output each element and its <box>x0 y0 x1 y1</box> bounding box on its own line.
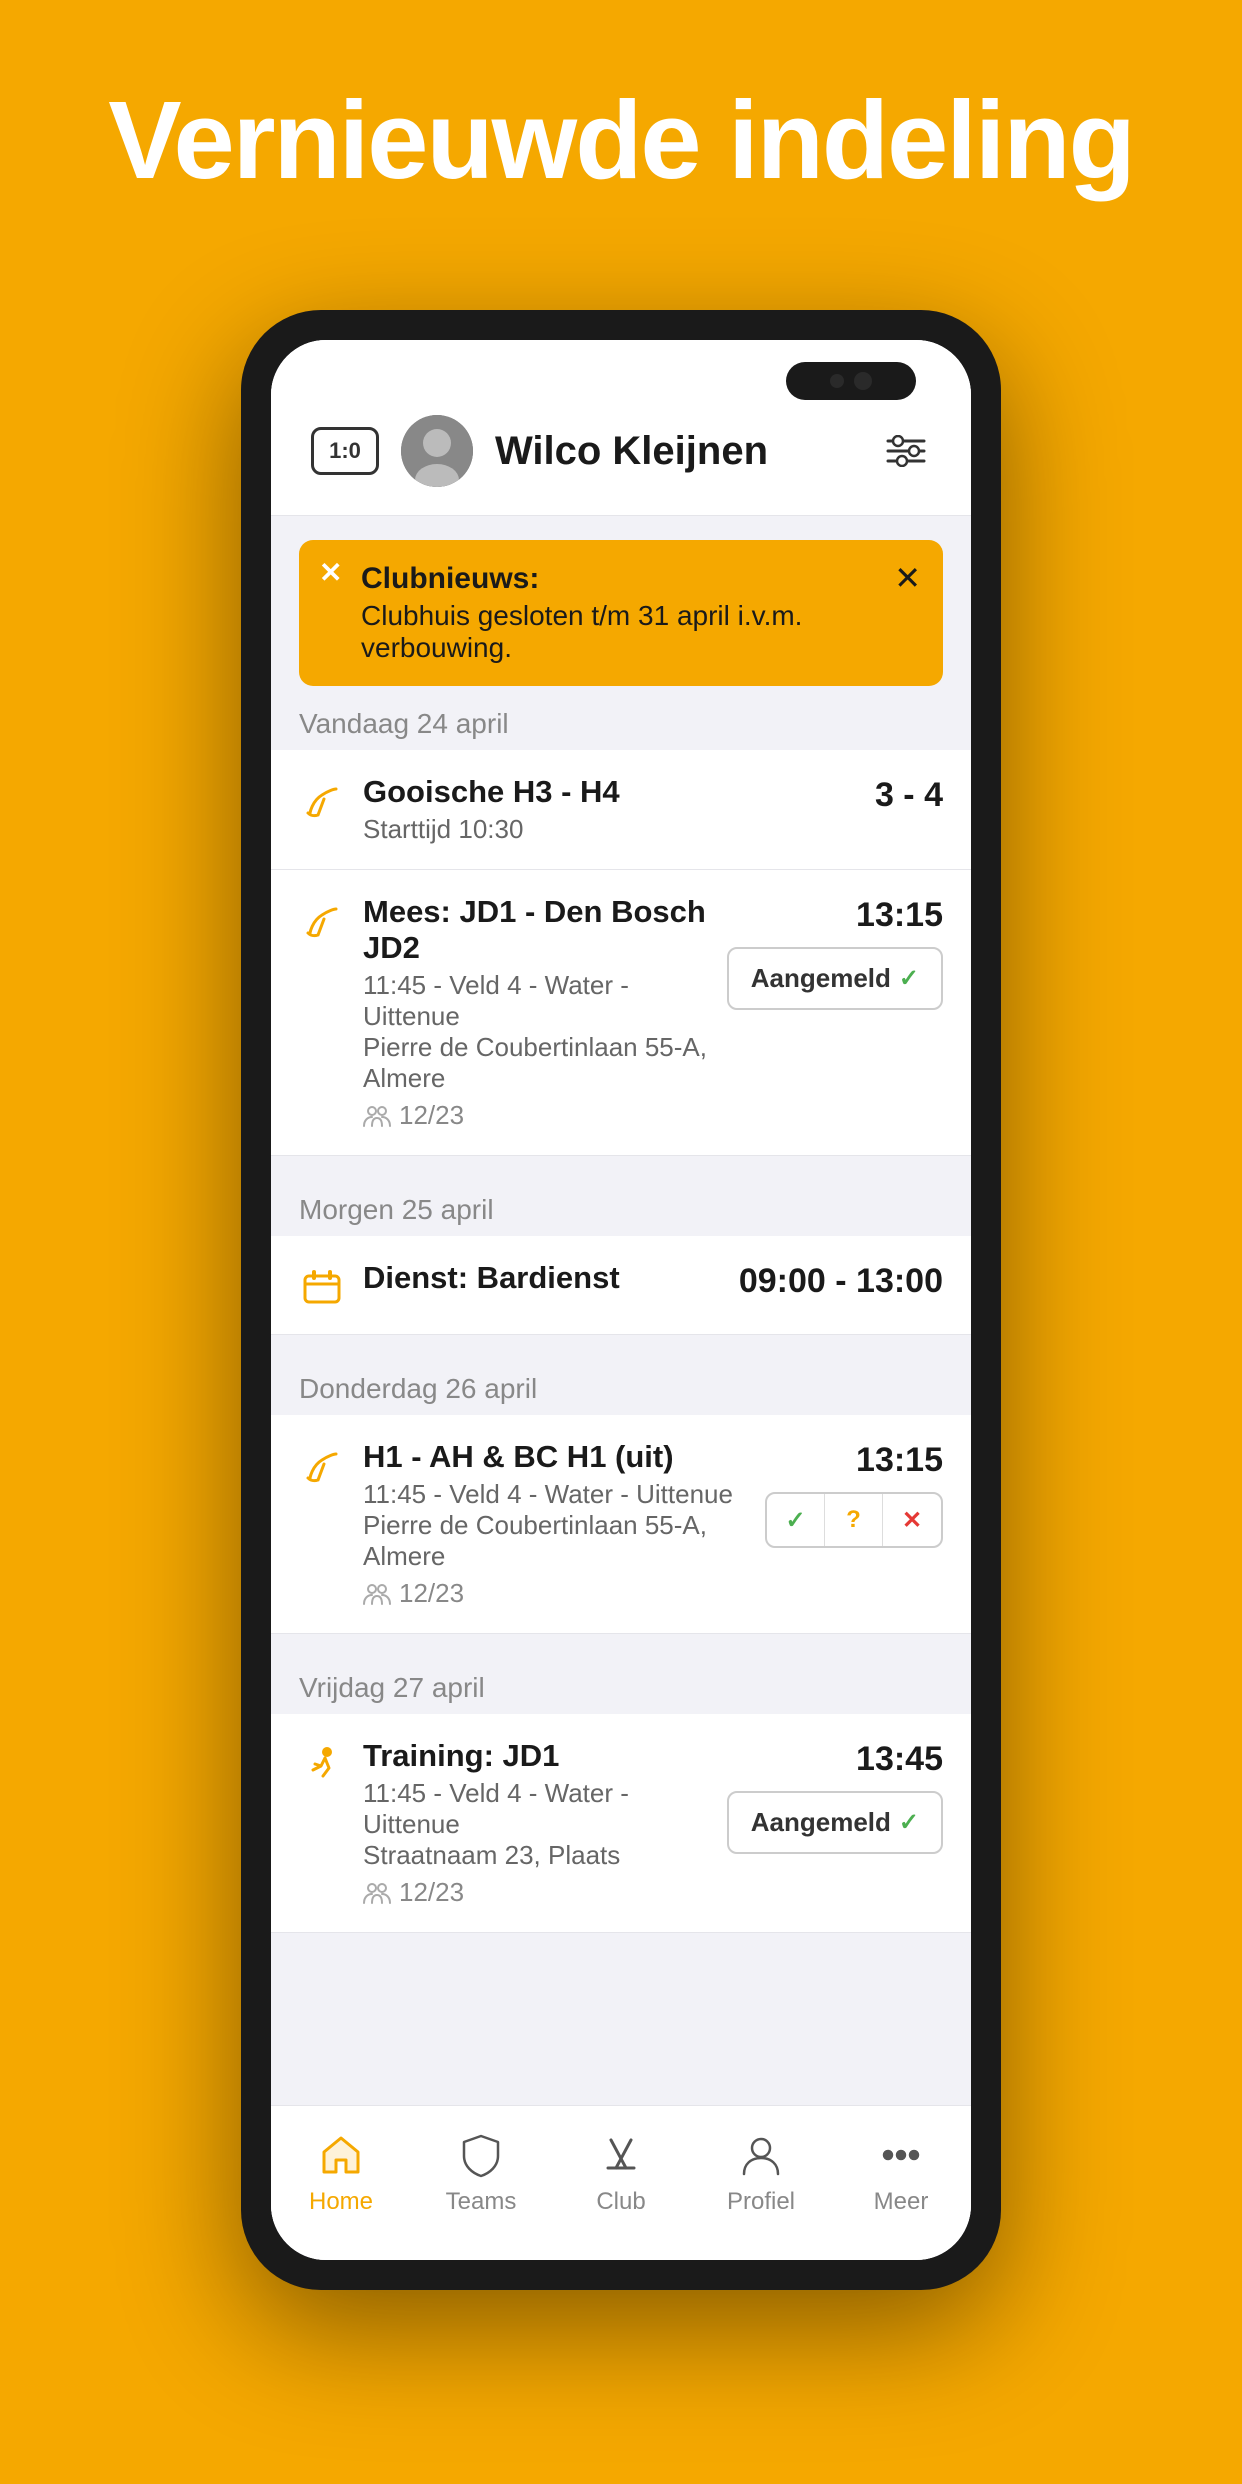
nav-label-meer: Meer <box>874 2188 929 2216</box>
aangemeld-label-2: Aangemeld <box>751 1807 891 1838</box>
aangemeld-button-1[interactable]: Aangemeld ✓ <box>727 947 943 1010</box>
service-time: 09:00 - 13:00 <box>739 1262 943 1301</box>
user-name: Wilco Kleijnen <box>495 429 859 474</box>
match-3-subtitle: 11:45 - Veld 4 - Water - Uittenue <box>363 1479 747 1510</box>
date-section-today: Vandaag 24 april <box>271 686 971 750</box>
phone-frame: 1:0 Wilco Kleijnen <box>241 310 1001 2290</box>
hockey-icon <box>299 778 345 824</box>
nav-label-club: Club <box>596 2188 645 2216</box>
match-1-right: 3 - 4 <box>875 774 943 815</box>
match-2-players: 12/23 <box>363 1100 709 1131</box>
match-3-time: 13:15 <box>856 1441 943 1480</box>
banner-title: Clubnieuws: <box>361 562 878 596</box>
nav-label-profile: Profiel <box>727 2188 795 2216</box>
date-section-thursday: Donderdag 26 april <box>271 1351 971 1415</box>
match-2-address: Pierre de Coubertinlaan 55-A, Almere <box>363 1032 709 1094</box>
nav-item-profile[interactable]: Profiel <box>691 2130 831 2216</box>
aangemeld-label-1: Aangemeld <box>751 963 891 994</box>
nav-label-home: Home <box>309 2188 373 2216</box>
separator-1 <box>271 1156 971 1172</box>
training-player-count: 12/23 <box>399 1877 464 1908</box>
training-time: 13:45 <box>856 1740 943 1779</box>
more-icon <box>876 2130 926 2180</box>
match-3-players: 12/23 <box>363 1578 747 1609</box>
checkmark-icon-1: ✓ <box>899 964 919 993</box>
banner-x-icon: ✕ <box>319 556 342 589</box>
match-1-title: Gooische H3 - H4 <box>363 774 857 810</box>
phone-screen: 1:0 Wilco Kleijnen <box>271 340 971 2260</box>
camera-notch <box>786 362 916 400</box>
nav-item-club[interactable]: Club <box>551 2130 691 2216</box>
running-icon <box>299 1742 345 1788</box>
aangemeld-button-2[interactable]: Aangemeld ✓ <box>727 1791 943 1854</box>
training-address: Straatnaam 23, Plaats <box>363 1840 709 1871</box>
training-players: 12/23 <box>363 1877 709 1908</box>
bottom-nav: Home Teams <box>271 2105 971 2260</box>
rsvp-maybe-button[interactable]: ? <box>825 1494 883 1546</box>
hockey-icon-2 <box>299 898 345 944</box>
training-body: Training: JD1 11:45 - Veld 4 - Water - U… <box>363 1738 709 1908</box>
rsvp-buttons[interactable]: ✓ ? ✕ <box>765 1492 943 1548</box>
banner-text: Clubnieuws: Clubhuis gesloten t/m 31 apr… <box>321 562 878 664</box>
score-icon[interactable]: 1:0 <box>311 427 379 475</box>
match-card-1[interactable]: Gooische H3 - H4 Starttijd 10:30 3 - 4 <box>271 750 971 870</box>
match-3-title: H1 - AH & BC H1 (uit) <box>363 1439 747 1475</box>
camera-dot-2 <box>854 372 872 390</box>
separator-3 <box>271 1634 971 1650</box>
service-title: Dienst: Bardienst <box>363 1260 721 1296</box>
date-section-friday: Vrijdag 27 april <box>271 1650 971 1714</box>
home-icon <box>316 2130 366 2180</box>
nav-item-teams[interactable]: Teams <box>411 2130 551 2216</box>
app-content: 1:0 Wilco Kleijnen <box>271 340 971 2260</box>
hockey-icon-3 <box>299 1443 345 1489</box>
match-card-2[interactable]: Mees: JD1 - Den Bosch JD2 11:45 - Veld 4… <box>271 870 971 1156</box>
match-1-score: 3 - 4 <box>875 776 943 815</box>
date-section-tomorrow: Morgen 25 april <box>271 1172 971 1236</box>
service-body: Dienst: Bardienst <box>363 1260 721 1296</box>
match-2-body: Mees: JD1 - Den Bosch JD2 11:45 - Veld 4… <box>363 894 709 1131</box>
training-card[interactable]: Training: JD1 11:45 - Veld 4 - Water - U… <box>271 1714 971 1933</box>
training-title: Training: JD1 <box>363 1738 709 1774</box>
avatar <box>401 415 473 487</box>
match-2-title: Mees: JD1 - Den Bosch JD2 <box>363 894 709 966</box>
camera-dot-1 <box>830 374 844 388</box>
nav-item-home[interactable]: Home <box>271 2130 411 2216</box>
shield-icon <box>456 2130 506 2180</box>
match-3-right: 13:15 ✓ ? ✕ <box>765 1439 943 1548</box>
nav-label-teams: Teams <box>446 2188 517 2216</box>
training-right: 13:45 Aangemeld ✓ <box>727 1738 943 1854</box>
separator-2 <box>271 1335 971 1351</box>
rsvp-yes-button[interactable]: ✓ <box>767 1494 825 1546</box>
service-card[interactable]: Dienst: Bardienst 09:00 - 13:00 <box>271 1236 971 1335</box>
checkmark-icon-2: ✓ <box>899 1808 919 1837</box>
match-3-address: Pierre de Coubertinlaan 55-A, Almere <box>363 1510 747 1572</box>
separator-4 <box>271 1933 971 1973</box>
match-3-player-count: 12/23 <box>399 1578 464 1609</box>
match-1-body: Gooische H3 - H4 Starttijd 10:30 <box>363 774 857 845</box>
match-card-3[interactable]: H1 - AH & BC H1 (uit) 11:45 - Veld 4 - W… <box>271 1415 971 1634</box>
match-3-body: H1 - AH & BC H1 (uit) 11:45 - Veld 4 - W… <box>363 1439 747 1609</box>
nav-item-meer[interactable]: Meer <box>831 2130 971 2216</box>
page-bg-title: Vernieuwde indeling <box>0 80 1242 201</box>
banner-close-icon[interactable]: ✕ <box>894 562 921 594</box>
person-icon <box>736 2130 786 2180</box>
match-2-player-count: 12/23 <box>399 1100 464 1131</box>
rsvp-no-button[interactable]: ✕ <box>883 1494 941 1546</box>
banner-body: Clubhuis gesloten t/m 31 april i.v.m. ve… <box>361 600 878 664</box>
training-subtitle: 11:45 - Veld 4 - Water - Uittenue <box>363 1778 709 1840</box>
scroll-area[interactable]: ✕ Clubnieuws: Clubhuis gesloten t/m 31 a… <box>271 516 971 2105</box>
match-2-time: 13:15 <box>856 896 943 935</box>
hockey-stick-nav-icon <box>596 2130 646 2180</box>
service-icon <box>299 1264 345 1310</box>
match-1-subtitle: Starttijd 10:30 <box>363 814 857 845</box>
filter-icon[interactable] <box>881 426 931 476</box>
match-2-right: 13:15 Aangemeld ✓ <box>727 894 943 1010</box>
notification-banner[interactable]: ✕ Clubnieuws: Clubhuis gesloten t/m 31 a… <box>299 540 943 686</box>
service-right: 09:00 - 13:00 <box>739 1260 943 1301</box>
match-2-subtitle: 11:45 - Veld 4 - Water - Uittenue <box>363 970 709 1032</box>
